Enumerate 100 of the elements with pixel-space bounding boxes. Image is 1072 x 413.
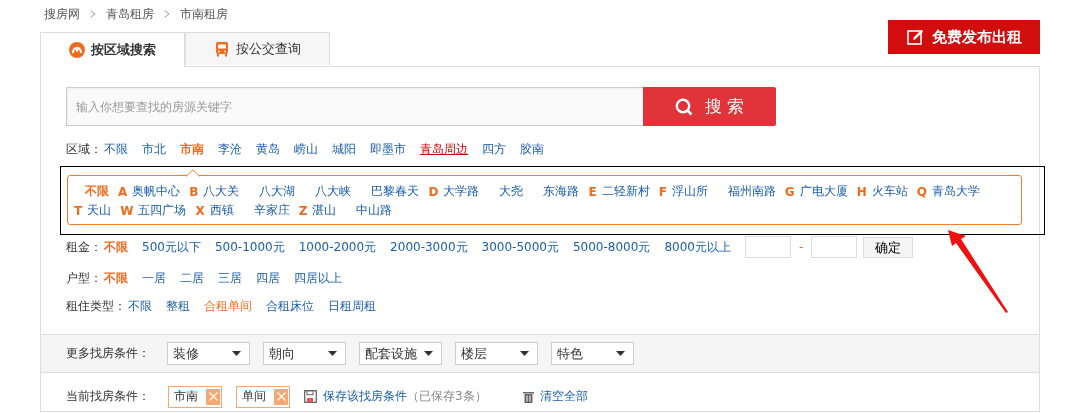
index-letter: T — [74, 203, 83, 218]
caret-icon — [520, 351, 529, 356]
index-letter: Z — [298, 203, 308, 218]
index-letter: F — [658, 184, 667, 199]
index-letter: X — [195, 203, 205, 218]
range-separator: - — [798, 240, 804, 254]
saved-count-note: （已保存3条） — [407, 388, 487, 405]
publish-button[interactable]: 免费发布出租 — [888, 20, 1040, 54]
breadcrumb-link[interactable]: 青岛租房 — [106, 5, 154, 23]
location-pin-icon — [69, 42, 85, 58]
index-letter: Q — [916, 184, 927, 199]
close-icon[interactable] — [274, 388, 288, 405]
sub-area-option[interactable]: 东海路 — [543, 183, 580, 200]
filter-option[interactable]: 500元以下 — [142, 238, 201, 256]
index-letter: D — [428, 184, 439, 199]
sub-area-option[interactable]: 巴黎春天 — [371, 183, 420, 200]
sub-area-option[interactable]: 二轻新村 — [601, 183, 650, 200]
filter-option[interactable]: 胶南 — [520, 141, 544, 158]
filter-option[interactable]: 李沧 — [218, 141, 242, 158]
close-icon[interactable] — [206, 388, 220, 405]
filter-option[interactable]: 5000-8000元 — [572, 238, 651, 256]
chevron-icon — [164, 8, 170, 20]
filter-option[interactable]: 500-1000元 — [214, 238, 285, 256]
sub-area-option[interactable]: 辛家庄 — [253, 202, 290, 219]
filter-option[interactable]: 崂山 — [294, 141, 318, 158]
edit-icon — [906, 28, 924, 46]
sub-area-option[interactable]: 天山 — [87, 202, 112, 219]
filter-option[interactable]: 日租周租 — [328, 298, 376, 315]
save-icon — [304, 390, 317, 403]
sub-area-option[interactable]: 湛山 — [312, 202, 337, 219]
filter-option[interactable]: 一居 — [142, 270, 166, 287]
sub-area-option[interactable]: 奥帆中心 — [132, 183, 181, 200]
tab[interactable]: 按公交查询 — [185, 32, 330, 65]
index-letter: H — [856, 184, 867, 199]
breadcrumb-current[interactable]: 市南租房 — [180, 5, 228, 23]
min-price-field[interactable] — [744, 236, 791, 258]
caret-icon — [424, 351, 433, 356]
filter-option[interactable]: 四方 — [482, 141, 506, 158]
filter-option[interactable]: 合租床位 — [266, 298, 314, 315]
filter-option[interactable]: 青岛周边 — [420, 141, 468, 158]
condition-tag: 单间 — [236, 385, 290, 408]
condition-tag: 市南 — [168, 385, 222, 408]
sub-area-option[interactable]: 中山路 — [356, 202, 393, 219]
filter-label: 当前找房条件： — [66, 388, 151, 405]
search-icon — [674, 97, 693, 116]
breadcrumb-link[interactable]: 搜房网 — [44, 5, 80, 23]
index-letter: A — [118, 184, 128, 199]
sub-area-option[interactable]: 大尧 — [499, 183, 524, 200]
filter-option[interactable]: 1000-2000元 — [298, 238, 377, 256]
index-letter: B — [189, 184, 199, 199]
confirm-button[interactable]: 确定 — [863, 236, 914, 258]
chevron-icon — [90, 8, 96, 20]
sub-area-option[interactable]: 八大关 — [203, 183, 240, 200]
sub-area-option[interactable]: 火车站 — [871, 183, 908, 200]
dropdown[interactable]: 朝向 — [263, 342, 346, 365]
filter-option[interactable]: 8000元以上 — [664, 238, 731, 256]
filter-option[interactable]: 整租 — [166, 298, 190, 315]
sub-area-option[interactable]: 大学路 — [443, 183, 480, 200]
caret-icon — [616, 351, 625, 356]
filter-label: 租住类型： — [66, 298, 126, 315]
filter-option[interactable]: 不限 — [104, 141, 128, 158]
dropdown[interactable]: 配套设施 — [359, 342, 442, 365]
sub-area-option[interactable]: 福州南路 — [727, 183, 776, 200]
filter-label: 租金： — [66, 238, 102, 256]
dropdown[interactable]: 装修 — [167, 342, 250, 365]
sub-area-option[interactable]: 青岛大学 — [931, 183, 980, 200]
sub-area-option[interactable]: 五四广场 — [138, 202, 187, 219]
index-letter: E — [588, 184, 597, 199]
filter-option[interactable]: 四居 — [256, 270, 280, 287]
filter-option[interactable]: 不限 — [128, 298, 152, 315]
clear-all-link[interactable]: 清空全部 — [539, 388, 588, 405]
sub-area-option[interactable]: 八大峡 — [315, 183, 352, 200]
filter-option[interactable]: 城阳 — [332, 141, 356, 158]
filter-option[interactable]: 三居 — [218, 270, 242, 287]
sub-area-option[interactable]: 浮山所 — [671, 183, 708, 200]
filter-label: 区域： — [66, 141, 102, 158]
index-letter: W — [120, 203, 134, 218]
filter-option[interactable]: 2000-3000元 — [390, 238, 468, 256]
filter-option[interactable]: 四居以上 — [294, 270, 342, 287]
index-letter: G — [784, 184, 795, 199]
filter-option[interactable]: 二居 — [180, 270, 204, 287]
dropdown[interactable]: 特色 — [551, 342, 634, 365]
tab[interactable]: 按区域搜索 — [40, 32, 185, 67]
max-price-field[interactable] — [811, 236, 858, 258]
search-field[interactable]: 输入你想要查找的房源关键字 — [66, 87, 643, 126]
filter-option[interactable]: 市北 — [142, 141, 166, 158]
filter-option[interactable]: 黄岛 — [256, 141, 280, 158]
save-conditions-link[interactable]: 保存该找房条件 — [323, 388, 407, 405]
filter-option[interactable]: 即墨市 — [370, 141, 406, 158]
sub-area-option[interactable]: 西镇 — [209, 202, 234, 219]
filter-label: 更多找房条件： — [66, 345, 151, 362]
search-button[interactable]: 搜 索 — [643, 87, 776, 126]
filter-option[interactable]: 3000-5000元 — [481, 238, 559, 256]
dropdown[interactable]: 楼层 — [455, 342, 538, 365]
caret-icon — [328, 351, 337, 356]
sub-area-option[interactable]: 广电大厦 — [799, 183, 848, 200]
sub-area-option[interactable]: 八大湖 — [259, 183, 296, 200]
bus-icon — [214, 41, 230, 57]
caret-icon — [232, 351, 241, 356]
trash-icon — [522, 390, 534, 403]
